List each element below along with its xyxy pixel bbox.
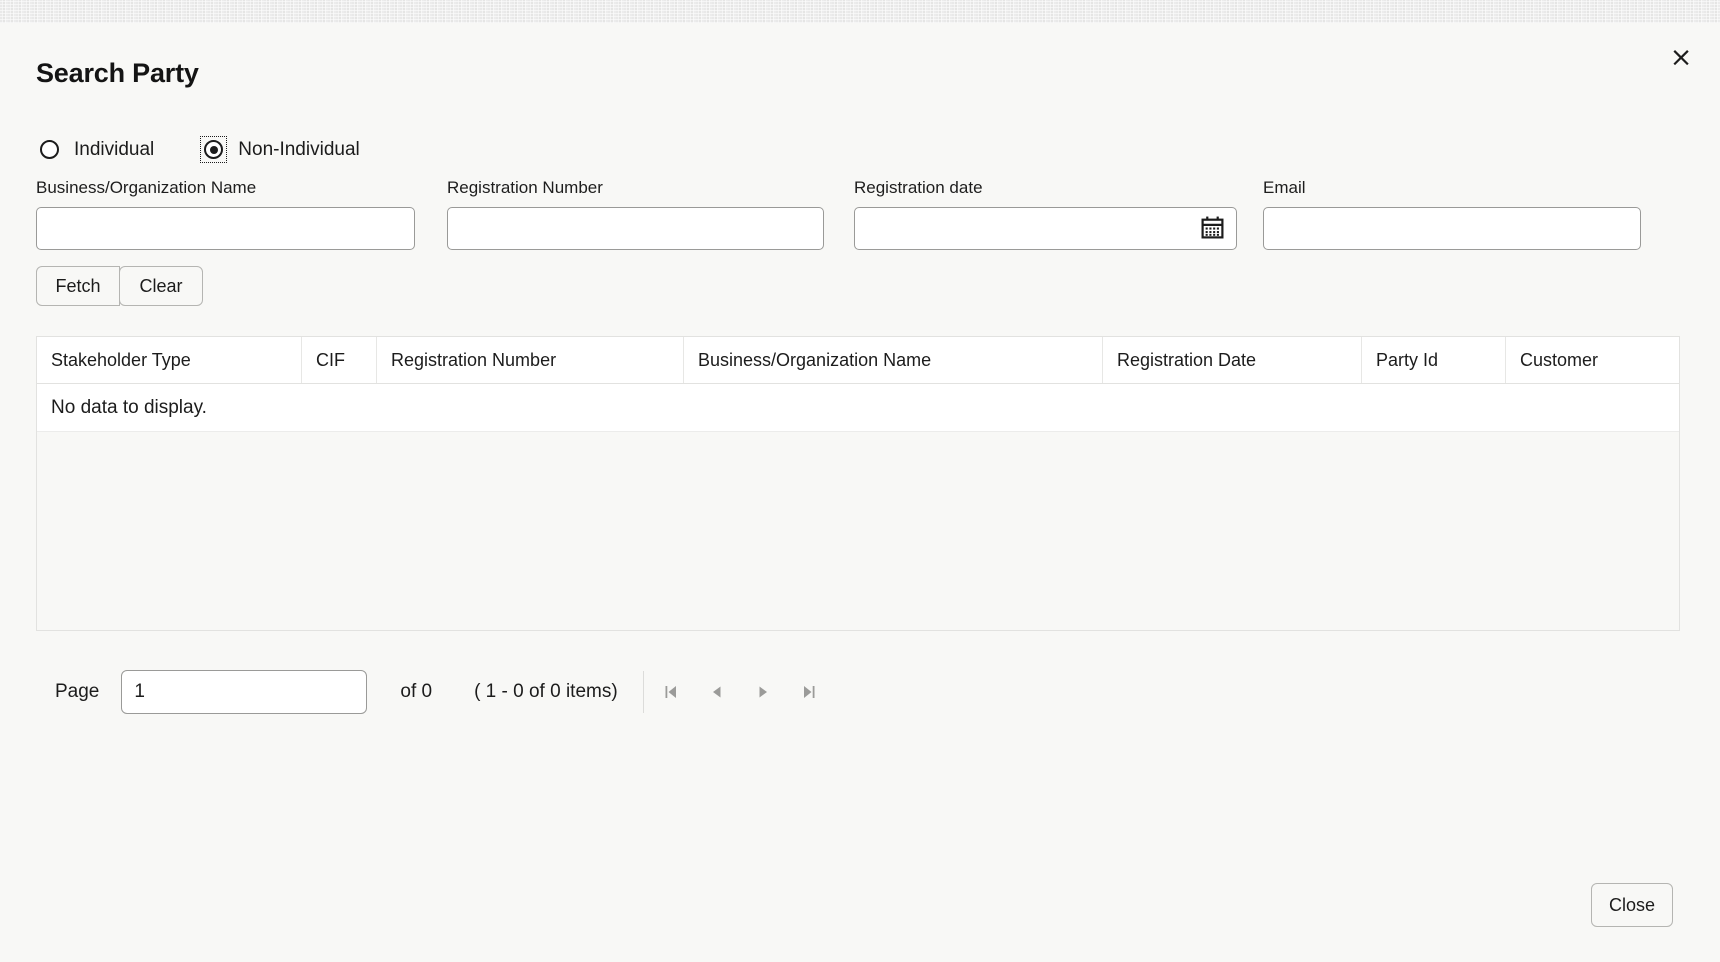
close-icon[interactable]: × <box>1664 40 1698 74</box>
results-grid-empty-message: No data to display. <box>37 384 1679 432</box>
field-registration-date: Registration date <box>854 178 1237 250</box>
column-header-registration-number[interactable]: Registration Number <box>377 337 684 383</box>
column-header-business-organization-name[interactable]: Business/Organization Name <box>684 337 1103 383</box>
results-grid-header: Stakeholder Type CIF Registration Number… <box>37 337 1679 384</box>
search-party-screen: × Search Party Individual Non-Individual… <box>0 0 1720 962</box>
radio-option-non-individual[interactable]: Non-Individual <box>200 136 359 163</box>
window-top-strip <box>0 0 1720 23</box>
column-header-cif[interactable]: CIF <box>302 337 377 383</box>
results-grid-body <box>37 432 1679 630</box>
pagination-items-range: ( 1 - 0 of 0 items) <box>474 681 618 703</box>
field-registration-number: Registration Number <box>447 178 824 250</box>
page-title: Search Party <box>36 58 199 89</box>
registration-date-input[interactable] <box>854 207 1237 250</box>
label-email: Email <box>1263 178 1641 198</box>
pagination-navigation <box>648 672 832 712</box>
pagination-page-input[interactable] <box>121 670 367 714</box>
close-button[interactable]: Close <box>1591 883 1673 927</box>
calendar-icon[interactable] <box>1200 215 1225 240</box>
radio-option-individual[interactable]: Individual <box>36 136 154 163</box>
radio-individual-label: Individual <box>74 139 154 161</box>
column-header-party-id[interactable]: Party Id <box>1362 337 1506 383</box>
registration-number-input[interactable] <box>447 207 824 250</box>
previous-page-icon[interactable] <box>694 672 740 712</box>
radio-non-individual-focus <box>200 136 227 163</box>
results-grid: Stakeholder Type CIF Registration Number… <box>36 336 1680 631</box>
pagination-divider <box>643 671 644 713</box>
business-organization-name-input[interactable] <box>36 207 415 250</box>
search-actions: Fetch Clear <box>36 266 203 306</box>
label-business-organization-name: Business/Organization Name <box>36 178 415 198</box>
column-header-stakeholder-type[interactable]: Stakeholder Type <box>37 337 302 383</box>
first-page-icon[interactable] <box>648 672 694 712</box>
radio-individual-mark <box>40 140 59 159</box>
search-party-dialog: × Search Party Individual Non-Individual… <box>0 23 1720 962</box>
email-input[interactable] <box>1263 207 1641 250</box>
party-type-radio-group: Individual Non-Individual <box>36 136 360 163</box>
column-header-customer[interactable]: Customer <box>1506 337 1679 383</box>
last-page-icon[interactable] <box>786 672 832 712</box>
radio-non-individual-label: Non-Individual <box>238 139 359 161</box>
column-header-registration-date[interactable]: Registration Date <box>1103 337 1362 383</box>
fetch-button[interactable]: Fetch <box>36 266 120 306</box>
clear-button[interactable]: Clear <box>119 266 203 306</box>
search-fields: Business/Organization Name Registration … <box>36 178 1684 250</box>
field-business-organization-name: Business/Organization Name <box>36 178 415 250</box>
pagination-page-label: Page <box>55 681 99 703</box>
pagination: Page of 0 ( 1 - 0 of 0 items) <box>55 670 832 714</box>
radio-non-individual-mark <box>204 140 223 159</box>
radio-individual-focus <box>36 136 63 163</box>
pagination-total-pages: of 0 <box>400 681 432 703</box>
next-page-icon[interactable] <box>740 672 786 712</box>
label-registration-number: Registration Number <box>447 178 824 198</box>
label-registration-date: Registration date <box>854 178 1237 198</box>
field-email: Email <box>1263 178 1641 250</box>
